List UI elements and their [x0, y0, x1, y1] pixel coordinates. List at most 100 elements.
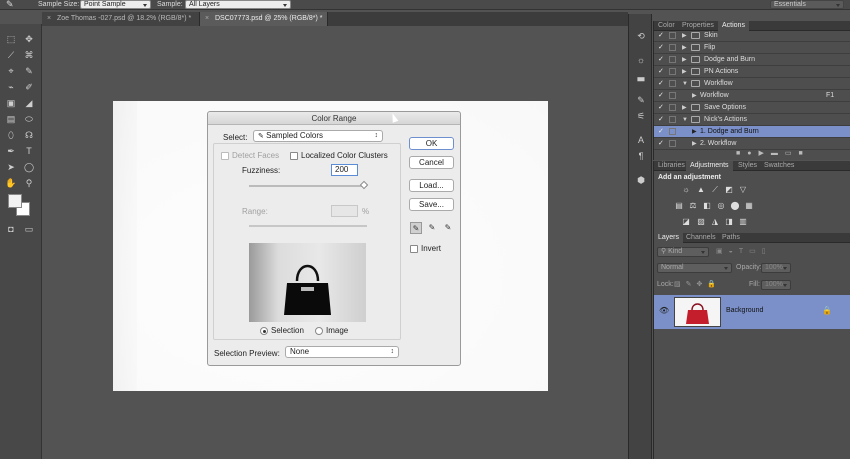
toggle-check-icon[interactable]: ✓ — [658, 90, 664, 102]
collapse-icon[interactable]: ▼ — [682, 114, 688, 126]
fill-input[interactable]: 100% — [761, 280, 791, 290]
toggle-check-icon[interactable]: ✓ — [658, 126, 664, 138]
action-row[interactable]: ✓ ▶ Workflow F1 — [654, 90, 850, 102]
eyedropper-icon[interactable]: ✎ — [410, 222, 422, 234]
tab-zoe-thomas[interactable]: × Zoe Thomas -027.psd @ 18.2% (RGB/8*) * — [42, 12, 200, 26]
history-brush-icon[interactable]: ◢ — [22, 96, 36, 110]
kind-filter-select[interactable]: ⚲ Kind — [657, 247, 709, 257]
3d-icon[interactable]: ⬢ — [634, 174, 648, 186]
tab-channels[interactable]: Channels — [682, 233, 720, 243]
expand-icon[interactable]: ▶ — [682, 30, 687, 42]
invert-icon[interactable]: ◪ — [681, 217, 691, 226]
stamp-tool-icon[interactable]: ▣ — [4, 96, 18, 110]
hand-tool-icon[interactable]: ✋ — [4, 176, 18, 190]
pen-tool-icon[interactable]: ✒ — [4, 144, 18, 158]
tab-dsc07773[interactable]: × DSC07773.psd @ 25% (RGB/8*) * — [200, 12, 328, 26]
selection-preview-dropdown[interactable]: None — [285, 346, 399, 358]
range-slider[interactable] — [249, 225, 367, 227]
layer-filter-icons[interactable]: ▣◒T▭▯ — [716, 247, 796, 257]
action-row[interactable]: ✓ ▼ Nick's Actions — [654, 114, 850, 126]
toggle-check-icon[interactable]: ✓ — [658, 42, 664, 54]
blend-mode-select[interactable]: Normal — [657, 263, 732, 273]
eyedropper-tool-icon[interactable]: ✎ — [22, 64, 36, 78]
toggle-check-icon[interactable]: ✓ — [658, 66, 664, 78]
tab-styles[interactable]: Styles — [734, 161, 761, 171]
opacity-input[interactable]: 100% — [761, 263, 791, 273]
toggle-check-icon[interactable]: ✓ — [658, 78, 664, 90]
invert-checkbox[interactable] — [410, 245, 418, 253]
move-tool-icon[interactable]: ✥ — [22, 32, 36, 46]
image-radio[interactable] — [315, 327, 323, 335]
zoom-tool-icon[interactable]: ⚲ — [22, 176, 36, 190]
brightness-icon[interactable]: ☼ — [681, 185, 691, 194]
sample-size-select[interactable]: Point Sample — [80, 0, 151, 9]
action-row[interactable]: ✓ ▶ Flip — [654, 42, 850, 54]
load-button[interactable]: Load... — [409, 179, 454, 192]
vibrance-icon[interactable]: ▽ — [738, 185, 748, 194]
workspace-select[interactable]: Essentials — [770, 0, 844, 9]
expand-icon[interactable]: ▶ — [682, 54, 687, 66]
tab-layers[interactable]: Layers — [654, 233, 684, 243]
lock-icons[interactable]: ▨✎✥🔒 — [674, 280, 721, 288]
selective-color-icon[interactable]: ◨ — [724, 217, 734, 226]
selection-radio[interactable] — [260, 327, 268, 335]
localized-clusters-checkbox[interactable] — [290, 152, 298, 160]
tab-swatches[interactable]: Swatches — [760, 161, 798, 171]
healing-tool-icon[interactable]: ⌁ — [4, 80, 18, 94]
fuzziness-slider[interactable] — [249, 185, 367, 187]
expand-icon[interactable]: ▶ — [682, 102, 687, 114]
toggle-check-icon[interactable]: ✓ — [658, 102, 664, 114]
ok-button[interactable]: OK — [409, 137, 454, 150]
range-input[interactable] — [331, 205, 358, 217]
save-button[interactable]: Save... — [409, 198, 454, 211]
screen-mode-icon[interactable]: ▭ — [22, 222, 36, 236]
action-row[interactable]: ✓ ▶ PN Actions — [654, 66, 850, 78]
toggle-check-icon[interactable]: ✓ — [658, 30, 664, 42]
visibility-eye-icon[interactable]: 👁 — [659, 306, 669, 315]
foreground-color-swatch[interactable] — [8, 194, 22, 208]
history-icon[interactable]: ⟲ — [634, 30, 648, 42]
toggle-check-icon[interactable]: ✓ — [658, 114, 664, 126]
marquee-tool-icon[interactable]: ⬚ — [4, 32, 18, 46]
layer-row-background[interactable]: 👁 Background 🔒 — [654, 295, 850, 329]
quick-mask-icon[interactable]: ◘ — [4, 222, 18, 236]
navigator-icon[interactable]: ☼ — [634, 54, 648, 66]
histogram-icon[interactable]: ▃ — [634, 70, 648, 82]
actions-footer-buttons[interactable]: ■●▶▬▭■ — [736, 149, 850, 159]
brush-tool-icon[interactable]: ✐ — [22, 80, 36, 94]
curves-icon[interactable]: ⟋ — [710, 185, 720, 194]
close-icon[interactable]: × — [47, 12, 51, 26]
eraser-tool-icon[interactable]: ▤ — [4, 112, 18, 126]
tab-paths[interactable]: Paths — [718, 233, 744, 243]
shape-tool-icon[interactable]: ◯ — [22, 160, 36, 174]
toggle-check-icon[interactable]: ✓ — [658, 138, 664, 150]
action-row-selected[interactable]: ✓ ▶ 1. Dodge and Burn — [654, 126, 850, 138]
close-icon[interactable]: × — [205, 12, 209, 26]
type-tool-icon[interactable]: T — [22, 144, 36, 158]
clone-source-icon[interactable]: ⚟ — [634, 110, 648, 122]
eyedropper-icon[interactable]: ✎ — [6, 0, 14, 9]
toggle-check-icon[interactable]: ✓ — [658, 54, 664, 66]
tab-libraries[interactable]: Libraries — [654, 161, 689, 171]
photo-filter-icon[interactable]: ◎ — [716, 201, 726, 210]
sample-select[interactable]: All Layers — [185, 0, 291, 9]
quick-select-tool-icon[interactable]: ⌘ — [22, 48, 36, 62]
select-dropdown[interactable]: ✎ Sampled Colors — [253, 130, 383, 142]
character-icon[interactable]: A — [634, 134, 648, 146]
blur-tool-icon[interactable]: ⬯ — [4, 128, 18, 142]
gradient-map-icon[interactable]: ▥ — [738, 217, 748, 226]
color-balance-icon[interactable]: ⚖ — [688, 201, 698, 210]
exposure-icon[interactable]: ◩ — [724, 185, 734, 194]
action-row[interactable]: ✓ ▶ Save Options — [654, 102, 850, 114]
eyedropper-minus-icon[interactable]: ✎ — [442, 222, 454, 234]
expand-icon[interactable]: ▶ — [682, 42, 687, 54]
expand-icon[interactable]: ▶ — [692, 90, 697, 102]
action-row[interactable]: ✓ ▼ Workflow — [654, 78, 850, 90]
gradient-tool-icon[interactable]: ⬭ — [22, 112, 36, 126]
channel-mixer-icon[interactable]: ⬤ — [730, 201, 740, 210]
tab-adjustments[interactable]: Adjustments — [686, 161, 733, 171]
action-row[interactable]: ✓ ▶ Skin — [654, 30, 850, 42]
detect-faces-checkbox[interactable] — [221, 152, 229, 160]
color-lookup-icon[interactable]: ▦ — [744, 201, 754, 210]
threshold-icon[interactable]: ◮ — [710, 217, 720, 226]
